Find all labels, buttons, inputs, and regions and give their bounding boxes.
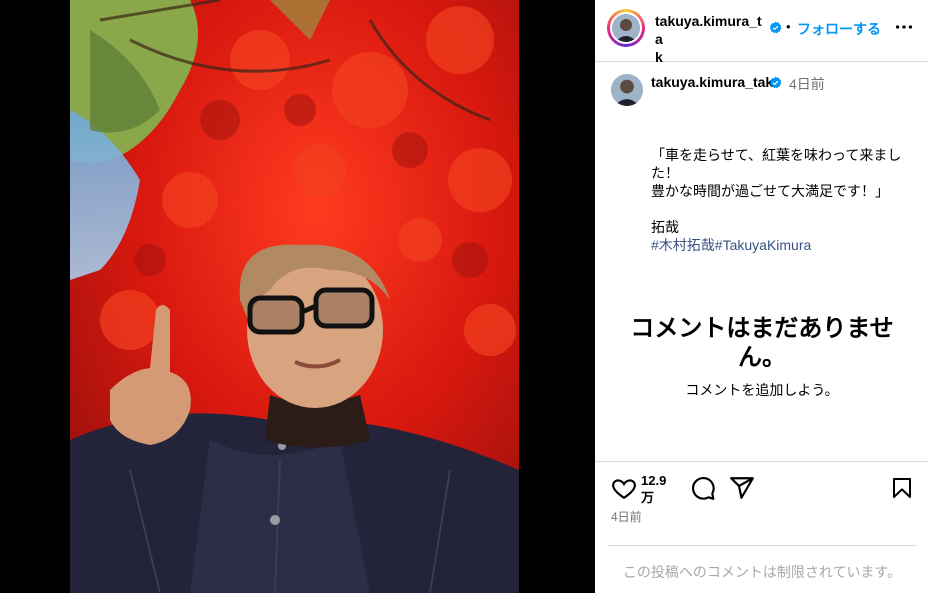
verified-badge-icon [769,21,782,39]
author-avatar[interactable] [607,9,645,47]
bookmark-icon[interactable] [890,475,914,501]
follow-button[interactable]: フォローする [797,19,881,39]
post-timestamp[interactable]: 4日前 [611,508,642,525]
caption-blank-line [651,200,907,218]
hashtag-link[interactable]: #木村拓哉 [651,237,715,253]
add-comment-prompt: コメントを追加しよう。 [685,382,839,398]
post-sidebar: takuya.kimura_ta k • フォローする takuya.kimur… [595,0,929,593]
hashtag-link[interactable]: #TakuyaKimura [715,237,812,253]
post-header: takuya.kimura_ta k • フォローする [595,0,929,65]
caption-hashtags: #木村拓哉#TakuyaKimura [651,236,907,254]
caption-line: 「車を走らせて、紅葉を味わって来まし [651,147,902,163]
caption-line: 豊かな時間が過ごせて大満足です！」 [651,183,889,199]
header-username[interactable]: takuya.kimura_ta k [655,12,767,66]
caption-timestamp[interactable]: 4日前 [789,74,825,94]
like-count[interactable]: 12.9万 [641,472,671,506]
share-icon[interactable] [729,475,755,501]
caption-line: た！ [651,165,679,181]
comments-restricted-notice: この投稿へのコメントは制限されています。 [607,545,917,593]
avatar-image [610,12,642,44]
media-pane [0,0,595,593]
caption-avatar[interactable] [611,74,643,106]
caption-username[interactable]: takuya.kimura_tak [651,74,773,90]
caption-line: 拓哉 [651,219,679,235]
post-caption: 「車を走らせて、紅葉を味わって来まし た！ 豊かな時間が過ごせて大満足です！」 … [651,146,907,254]
no-comments-title: コメントはまだありません。 [630,315,894,371]
comment-icon[interactable] [690,475,716,501]
verified-badge-icon [769,76,782,94]
separator-dot: • [786,19,791,34]
action-bar: 12.9万 4日前 [595,461,929,545]
heart-icon[interactable] [611,475,637,501]
post-photo[interactable] [70,0,519,593]
more-options-icon[interactable] [893,16,915,38]
